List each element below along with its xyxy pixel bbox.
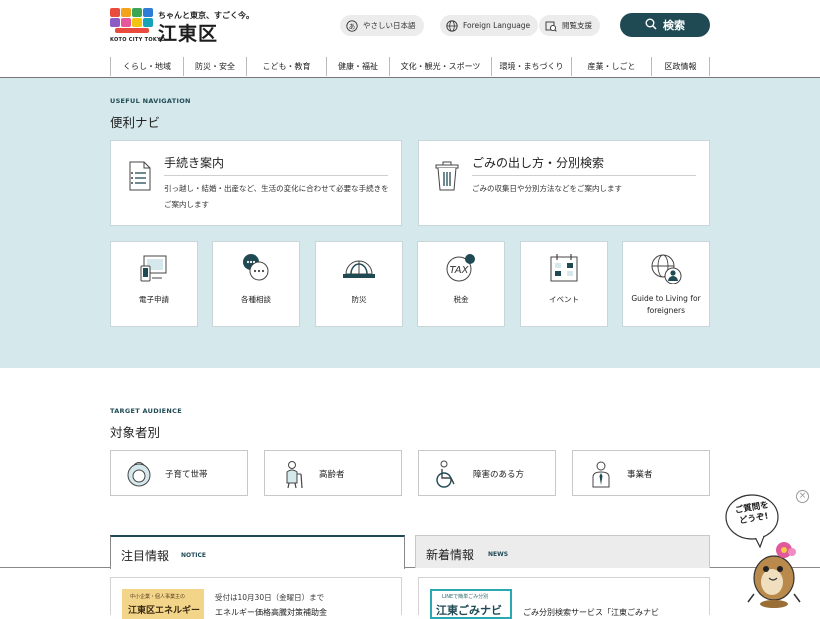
news-thumbnail-small: LINEで簡単ごみ分別 [442, 594, 489, 600]
easy-japanese-icon: あ [346, 19, 358, 32]
audience-disabled[interactable]: 障害のある方 [418, 450, 556, 496]
document-icon [124, 159, 154, 193]
useful-nav-en-label: USEFUL NAVIGATION [110, 97, 191, 105]
globe-person-icon [623, 252, 709, 284]
nav-item-culture[interactable]: 文化・観光・スポーツ [389, 57, 491, 76]
disaster-prevention-label: 防災 [351, 295, 367, 304]
audience-elderly[interactable]: 高齢者 [264, 450, 402, 496]
reading-support-icon [545, 20, 557, 32]
notice-title: エネルギー価格高騰対策補助金 [215, 608, 327, 617]
business-icon [587, 459, 615, 489]
audience-child-rearing[interactable]: 子育て世帯 [110, 450, 248, 496]
notice-date: 受付は10月30日（金曜日）まで [215, 593, 325, 602]
foreigners-guide-card[interactable]: Guide to Living for foreigners [622, 241, 710, 327]
foreign-language-label: Foreign Language [463, 21, 531, 30]
audience-label-elderly: 高齢者 [319, 470, 345, 480]
svg-text:TAX: TAX [450, 265, 470, 276]
nav-item-government[interactable]: 区政情報 [651, 57, 710, 76]
nav-item-children[interactable]: こども・教育 [246, 57, 326, 76]
consult-icon [213, 252, 299, 284]
tab-news-en: NEWS [488, 551, 509, 558]
svg-text:あ: あ [349, 22, 356, 30]
tax-icon: TAX [418, 252, 504, 284]
global-nav: くらし・地域 防災・安全 こども・教育 健康・福祉 文化・観光・スポーツ 環境・… [110, 57, 710, 76]
nav-item-safety[interactable]: 防災・安全 [183, 57, 246, 76]
news-title: ごみ分別検索サービス「江東ごみナビ [523, 608, 659, 617]
tax-label: 税金 [453, 295, 469, 304]
audience-label-disabled: 障害のある方 [473, 470, 525, 480]
easy-japanese-button[interactable]: あ やさしい日本語 [340, 15, 424, 36]
useful-nav-title: 便利ナビ [110, 115, 161, 130]
search-icon [645, 18, 657, 33]
close-icon[interactable]: × [796, 490, 809, 503]
tax-card[interactable]: TAX 税金 [417, 241, 505, 327]
notice-thumbnail-title: 江東区エネルギー [128, 606, 201, 616]
procedure-guide-title: 手続き案内 [164, 156, 225, 170]
tab-notice[interactable]: 注目情報 NOTICE [110, 535, 405, 569]
news-thumbnail-title: 江東ごみナビ [436, 604, 502, 617]
card-divider [164, 175, 388, 176]
e-application-card[interactable]: 電子申請 [110, 241, 198, 327]
device-icon [111, 252, 197, 284]
reading-support-label: 閲覧支援 [562, 21, 592, 30]
easy-japanese-label: やさしい日本語 [363, 21, 416, 30]
tab-news[interactable]: 新着情報 NEWS [415, 535, 710, 568]
koto-city-logo[interactable]: KOTO CITY TOKYO ちゃんと東京、すごく今。 江東区 [110, 8, 254, 45]
garbage-search-desc: ごみの収集日や分別方法などをご案内します [472, 184, 622, 193]
consultation-card[interactable]: 各種相談 [212, 241, 300, 327]
nav-item-health[interactable]: 健康・福祉 [326, 57, 389, 76]
audience-label-business: 事業者 [627, 470, 653, 480]
tab-news-jp: 新着情報 [426, 548, 475, 562]
trash-bin-icon [433, 159, 461, 193]
calendar-icon [521, 252, 607, 284]
wheelchair-icon [433, 459, 461, 489]
audience-title: 対象者別 [110, 425, 161, 440]
audience-business[interactable]: 事業者 [572, 450, 710, 496]
globe-icon [446, 19, 458, 32]
foreign-language-button[interactable]: Foreign Language [440, 15, 539, 36]
news-item[interactable]: LINEで簡単ごみ分別 江東ごみナビ ごみ分別検索サービス「江東ごみナビ [418, 577, 710, 619]
chat-assistant-widget[interactable]: ご質問をどうぞ! × [722, 490, 820, 615]
event-card[interactable]: イベント [520, 241, 608, 327]
foreigners-guide-label: Guide to Living for foreigners [631, 294, 701, 315]
tab-notice-en: NOTICE [181, 552, 206, 559]
baby-icon [125, 459, 153, 489]
notice-item[interactable]: 中小企業・個人事業主の 江東区エネルギー 受付は10月30日（金曜日）まで エネ… [110, 577, 402, 619]
search-label: 検索 [663, 19, 685, 32]
logo-mark [110, 8, 154, 34]
garbage-search-card[interactable]: ごみの出し方・分別検索 ごみの収集日や分別方法などをご案内します [418, 140, 710, 226]
consultation-label: 各種相談 [241, 295, 271, 304]
procedure-guide-desc: 引っ越し・結婚・出産など、生活の変化に合わせて必要な手続きをご案内します [164, 184, 389, 209]
card-divider [472, 175, 696, 176]
event-label: イベント [549, 295, 579, 304]
site-header: KOTO CITY TOKYO ちゃんと東京、すごく今。 江東区 あ やさしい日… [0, 0, 820, 78]
helmet-icon [316, 252, 402, 284]
disaster-prevention-card[interactable]: 防災 [315, 241, 403, 327]
logo-title: 江東区 [158, 23, 219, 45]
elderly-icon [279, 459, 307, 489]
procedure-guide-card[interactable]: 手続き案内 引っ越し・結婚・出産など、生活の変化に合わせて必要な手続きをご案内し… [110, 140, 402, 226]
audience-label-child-rearing: 子育て世帯 [165, 470, 208, 480]
tab-notice-jp: 注目情報 [121, 549, 170, 563]
useful-navigation-section: USEFUL NAVIGATION 便利ナビ 手続き案内 引っ越し・結婚・出産な… [0, 78, 820, 368]
garbage-search-title: ごみの出し方・分別検索 [472, 156, 605, 170]
search-button[interactable]: 検索 [620, 13, 710, 37]
audience-en-label: TARGET AUDIENCE [110, 407, 182, 415]
nav-item-living[interactable]: くらし・地域 [110, 57, 183, 76]
nav-item-industry[interactable]: 産業・しごと [571, 57, 651, 76]
e-application-label: 電子申請 [139, 295, 169, 304]
reading-support-button[interactable]: 閲覧支援 [539, 15, 600, 36]
notice-thumbnail-small: 中小企業・個人事業主の [130, 594, 186, 600]
nav-item-environment[interactable]: 環境・まちづくり [491, 57, 571, 76]
